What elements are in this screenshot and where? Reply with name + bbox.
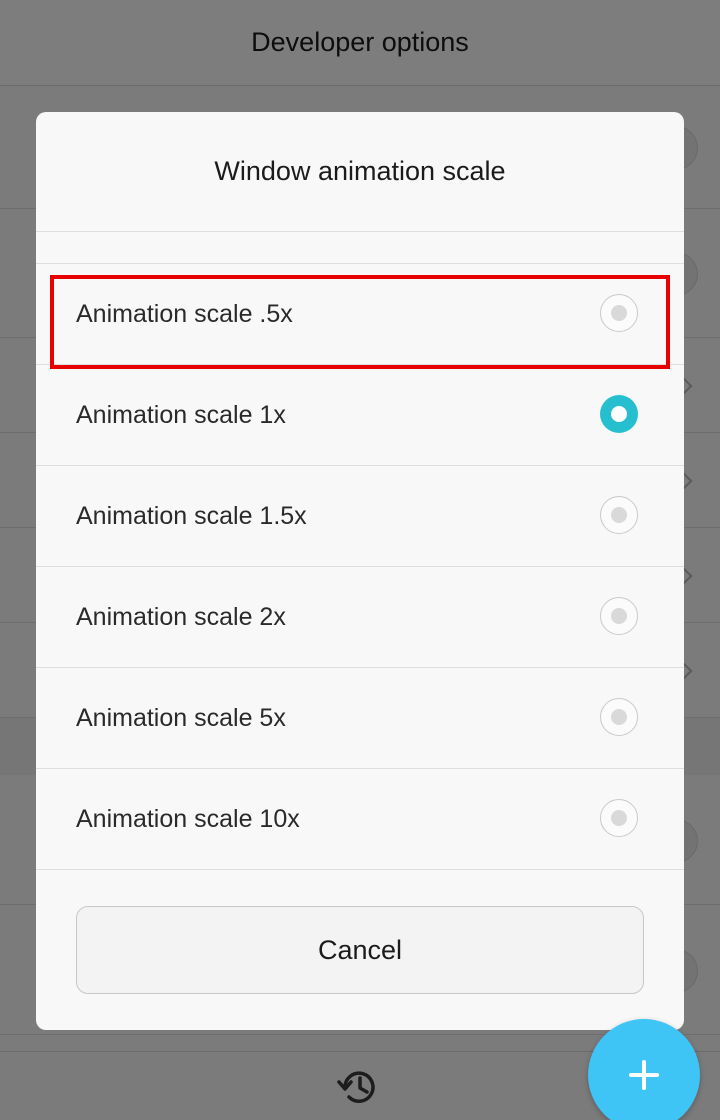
radio-button[interactable] xyxy=(600,496,638,534)
option-label: Animation scale 5x xyxy=(76,704,286,732)
radio-button[interactable] xyxy=(600,799,638,837)
add-button[interactable] xyxy=(588,1019,700,1120)
option-animation-scale-1-5x[interactable]: Animation scale 1.5x xyxy=(36,466,684,567)
option-label: Animation scale 2x xyxy=(76,603,286,631)
option-animation-scale-2x[interactable]: Animation scale 2x xyxy=(36,567,684,668)
radio-button-selected[interactable] xyxy=(600,395,638,433)
option-label: Animation scale .5x xyxy=(76,300,293,328)
option-animation-scale-0-5x[interactable]: Animation scale .5x xyxy=(36,264,684,365)
option-animation-scale-10x[interactable]: Animation scale 10x xyxy=(36,769,684,870)
screen: Developer options Window animation scale xyxy=(0,0,720,1120)
option-animation-scale-1x[interactable]: Animation scale 1x xyxy=(36,365,684,466)
radio-button[interactable] xyxy=(600,597,638,635)
radio-button[interactable] xyxy=(600,698,638,736)
dialog-title: Window animation scale xyxy=(36,112,684,232)
option-animation-scale-5x[interactable]: Animation scale 5x xyxy=(36,668,684,769)
option-label: Animation scale 1x xyxy=(76,401,286,429)
option-label: Animation scale 10x xyxy=(76,805,300,833)
option-label: Animation scale 1.5x xyxy=(76,502,307,530)
cancel-button[interactable]: Cancel xyxy=(76,906,644,994)
plus-icon xyxy=(629,1060,659,1090)
radio-button[interactable] xyxy=(600,294,638,332)
animation-scale-dialog: Window animation scale Animation scale .… xyxy=(36,112,684,1030)
